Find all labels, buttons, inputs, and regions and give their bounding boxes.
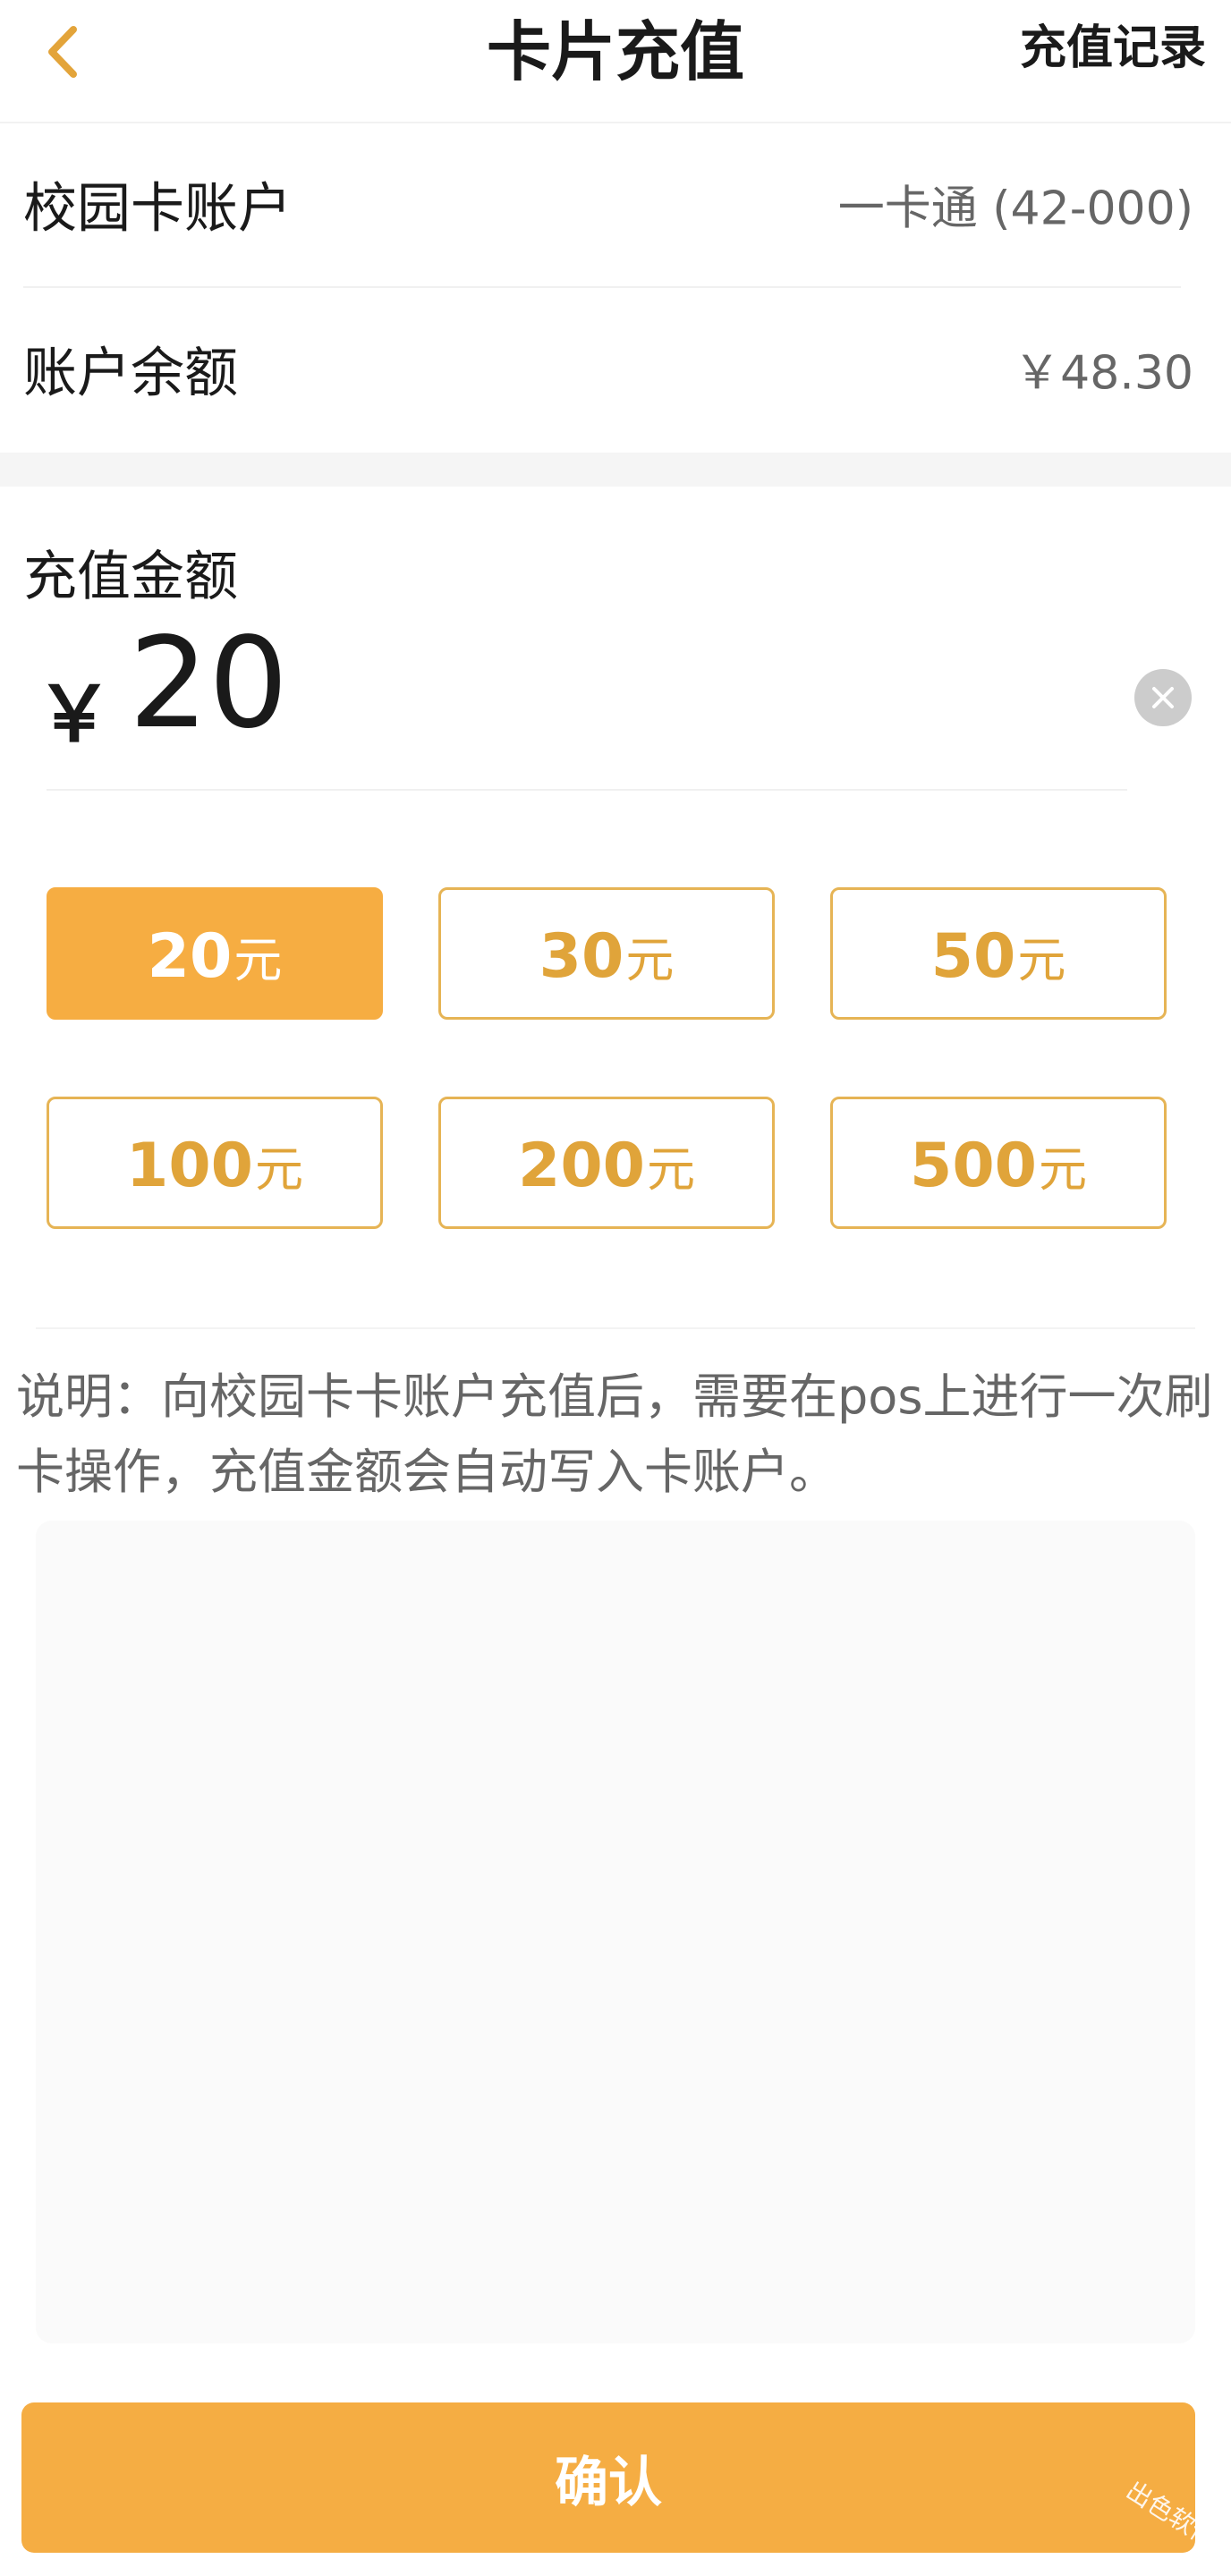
amount-option-500[interactable]: 500 元 — [830, 1097, 1167, 1229]
content-placeholder-area — [36, 1521, 1195, 2343]
option-value: 500 — [910, 1131, 1037, 1201]
balance-label: 账户余额 — [23, 342, 238, 405]
amount-input[interactable]: 20 — [129, 617, 288, 751]
option-unit: 元 — [1038, 1141, 1087, 1198]
option-unit: 元 — [254, 1141, 303, 1198]
option-unit: 元 — [233, 932, 283, 988]
amount-option-30[interactable]: 30 元 — [438, 887, 775, 1020]
option-value: 20 — [147, 921, 233, 992]
currency-symbol: ￥ — [36, 670, 113, 759]
option-unit: 元 — [625, 932, 675, 988]
recharge-note: 说明：向校园卡卡账户充值后，需要在pos上进行一次刷卡操作，充值金额会自动写入卡… — [16, 1368, 1213, 1500]
app-header: 卡片充值 充值记录 — [0, 0, 1231, 122]
confirm-button[interactable]: 确认 — [21, 2402, 1195, 2553]
option-unit: 元 — [646, 1141, 695, 1198]
card-account-row: 校园卡账户 一卡通 (42-000) — [0, 123, 1231, 284]
option-value: 100 — [126, 1131, 253, 1201]
amount-option-50[interactable]: 50 元 — [830, 887, 1167, 1020]
option-value: 30 — [539, 921, 624, 992]
option-unit: 元 — [1017, 932, 1066, 988]
clear-circle-icon — [1152, 687, 1174, 708]
recharge-records-link[interactable]: 充值记录 — [1020, 16, 1206, 80]
option-value: 200 — [518, 1131, 645, 1201]
clear-amount-button[interactable] — [1134, 669, 1192, 726]
amount-divider — [47, 789, 1127, 791]
balance-value: ￥48.30 — [1014, 346, 1193, 401]
amount-title: 充值金额 — [23, 546, 238, 608]
card-account-value: 一卡通 (42-000) — [837, 182, 1193, 236]
amount-option-200[interactable]: 200 元 — [438, 1097, 775, 1229]
amount-option-100[interactable]: 100 元 — [47, 1097, 383, 1229]
section-separator — [0, 453, 1231, 487]
card-account-label: 校园卡账户 — [23, 177, 292, 241]
option-value: 50 — [930, 921, 1016, 992]
amount-option-20[interactable]: 20 元 — [47, 887, 383, 1020]
balance-row: 账户余额 ￥48.30 — [0, 288, 1231, 449]
note-divider — [36, 1327, 1195, 1329]
